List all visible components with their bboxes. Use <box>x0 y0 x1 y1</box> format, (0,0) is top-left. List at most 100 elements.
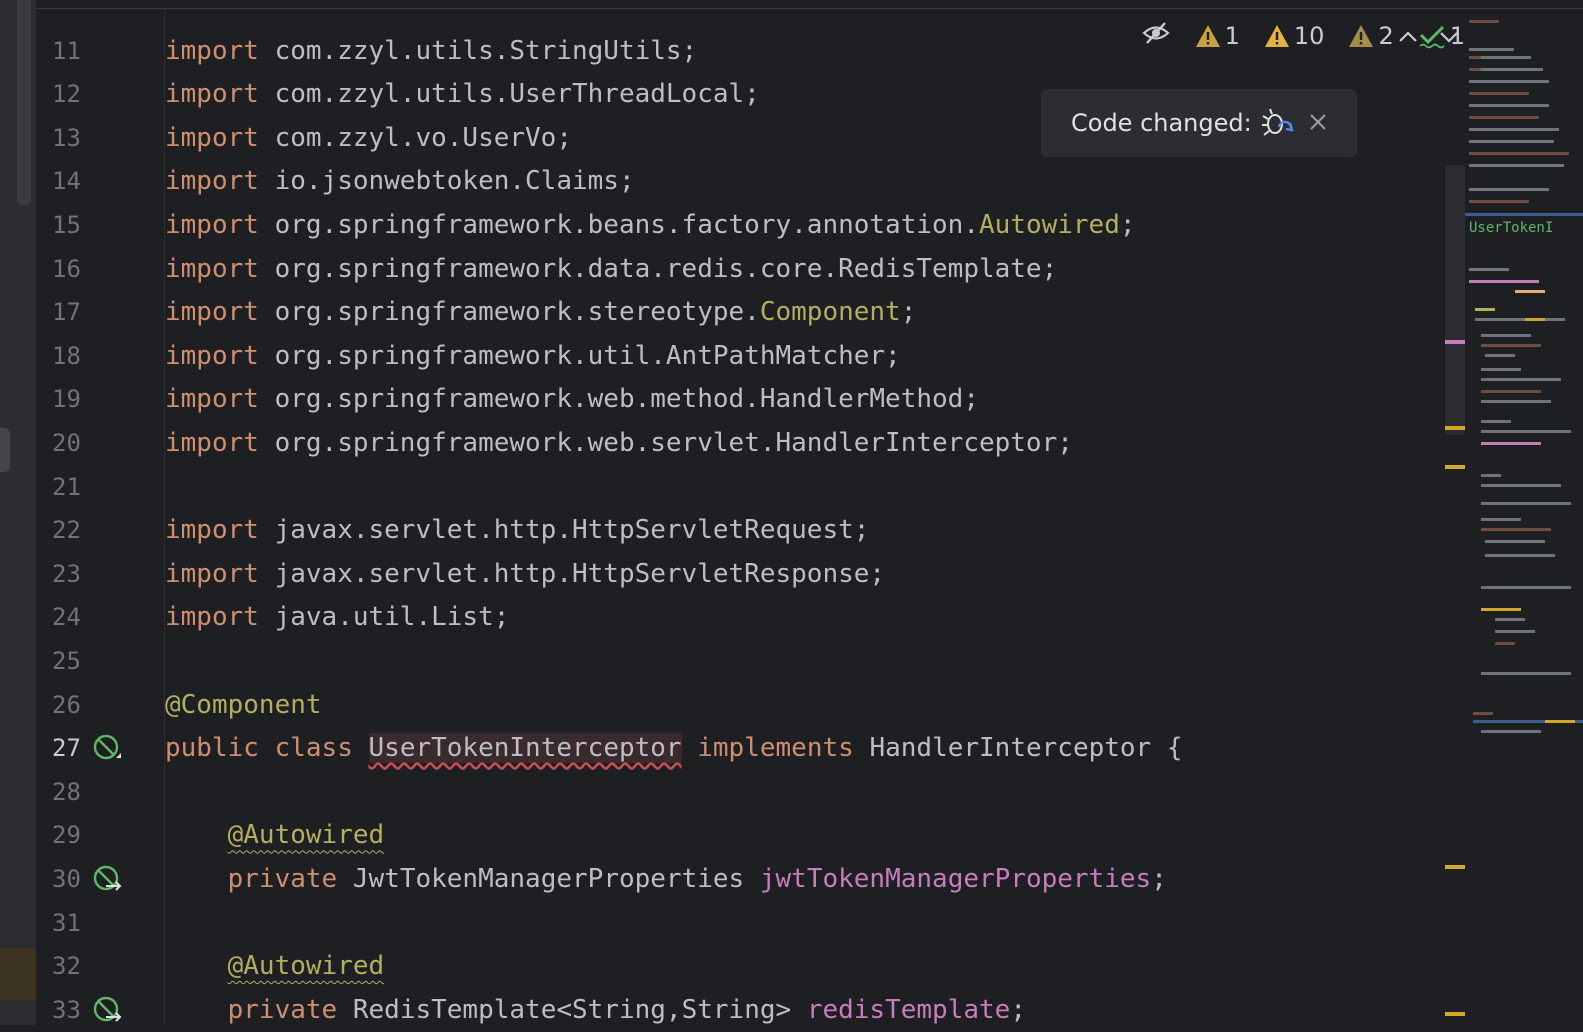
open-brace: { <box>1166 733 1183 764</box>
scroll-marker <box>1445 465 1465 469</box>
code-line-30: private JwtTokenManagerProperties jwtTok… <box>165 857 1465 901</box>
interface-name: HandlerInterceptor <box>869 733 1152 764</box>
code-line-27: public class UserTokenInterceptor implem… <box>165 726 1465 770</box>
code-line-26: @Component <box>165 683 1465 727</box>
field-name: jwtTokenManagerProperties <box>759 863 1152 894</box>
line-number: 14 <box>52 167 81 196</box>
inspection-count: 10 <box>1293 22 1325 50</box>
minimap-line <box>1481 442 1541 445</box>
gutter-line-21: 21 <box>36 465 164 509</box>
minimap-line <box>1485 540 1545 543</box>
keyword-import: import <box>165 558 259 589</box>
code-line-16: import org.springframework.data.redis.co… <box>165 247 1465 291</box>
gutter-line-27: 27 <box>36 726 164 770</box>
warning-icon <box>1264 25 1289 47</box>
minimap-line <box>1515 290 1545 293</box>
field-name: redisTemplate <box>806 994 1011 1025</box>
import-path: org.springframework.web.servlet.HandlerI… <box>258 427 1073 458</box>
keyword-import: import <box>165 122 259 153</box>
minimap-line <box>1481 586 1571 589</box>
inspection-warning-2[interactable]: 10 <box>1264 22 1325 50</box>
hide-inspections-icon[interactable] <box>1141 18 1171 54</box>
keyword-implements: implements <box>697 733 854 764</box>
editor-scrollbar[interactable] <box>1445 165 1465 435</box>
gutter-line-14: 14 <box>36 159 164 203</box>
minimap-line <box>1481 400 1551 403</box>
gutter-line-13: 13 <box>36 116 164 160</box>
chevron-up-icon[interactable] <box>1393 22 1423 52</box>
code-changed-notification: Code changed: <box>1041 89 1357 157</box>
minimap-line <box>1525 318 1545 321</box>
line-number: 11 <box>52 36 81 65</box>
inspection-count: 1 <box>1224 22 1240 50</box>
line-number: 13 <box>52 123 81 152</box>
import-path: io.jsonwebtoken.Claims; <box>258 166 635 197</box>
line-number: 31 <box>52 908 81 937</box>
keyword-import: import <box>165 297 259 328</box>
minimap-line <box>1495 630 1535 633</box>
import-path: com.zzyl.utils.UserThreadLocal; <box>258 79 760 110</box>
scroll-marker <box>1445 1012 1465 1016</box>
keyword-import: import <box>165 602 259 633</box>
code-changed-label: Code changed: <box>1071 109 1252 137</box>
inspection-weak-warning[interactable]: 2 <box>1348 22 1394 50</box>
semicolon: ; <box>1010 994 1026 1025</box>
reload-changes-icon[interactable] <box>1260 105 1296 141</box>
minimap-line <box>1481 56 1531 59</box>
minimap-line <box>1481 518 1521 521</box>
semicolon: ; <box>1119 209 1136 240</box>
close-icon[interactable] <box>1307 111 1329 133</box>
annotation: @Component <box>165 689 322 720</box>
code-line-29: @Autowired <box>165 813 1465 857</box>
minimap-line <box>1481 430 1571 433</box>
code-line-32: @Autowired <box>165 944 1465 988</box>
minimap-line <box>1469 104 1549 107</box>
code-line-14: import io.jsonwebtoken.Claims; <box>165 159 1465 203</box>
gutter-line-24: 24 <box>36 595 164 639</box>
code-line-24: import java.util.List; <box>165 595 1465 639</box>
line-number: 22 <box>52 516 81 545</box>
code-minimap[interactable]: UserTokenI <box>1465 8 1583 1025</box>
autowired-link-icon[interactable] <box>92 995 122 1025</box>
gutter-line-25: 25 <box>36 639 164 683</box>
import-path: java.util.List; <box>258 602 510 633</box>
tool-strip-marker <box>0 948 36 1000</box>
line-number: 17 <box>52 298 81 327</box>
minimap-line <box>1481 368 1521 371</box>
minimap-line <box>1469 116 1539 119</box>
spring-bean-icon[interactable] <box>92 733 122 763</box>
minimap-line <box>1469 280 1539 283</box>
import-path: javax.servlet.http.HttpServletResponse; <box>258 558 886 589</box>
keyword-import: import <box>165 209 259 240</box>
gutter-line-11: 11 <box>36 29 164 73</box>
chevron-down-icon[interactable] <box>1434 22 1464 52</box>
minimap-line <box>1469 200 1529 203</box>
minimap-line <box>1485 554 1555 557</box>
annotation: @Autowired <box>227 820 385 851</box>
semicolon: ; <box>1151 863 1167 894</box>
inspection-warning-1[interactable]: 1 <box>1195 22 1240 50</box>
gutter-line-32: 32 <box>36 944 164 988</box>
gutter-line-15: 15 <box>36 203 164 247</box>
import-path: org.springframework.util.AntPathMatcher; <box>258 340 901 371</box>
line-number: 20 <box>52 428 81 457</box>
line-number: 24 <box>52 603 81 632</box>
line-number: 23 <box>52 559 81 588</box>
line-number-gutter: 1011121314151617181920212223242526272829… <box>36 0 165 1025</box>
minimap-line <box>1469 152 1569 155</box>
autowired-link-icon[interactable] <box>92 864 122 894</box>
line-number: 15 <box>52 210 81 239</box>
tool-strip-handle[interactable] <box>0 428 10 472</box>
editor-top-edge <box>36 0 1583 9</box>
minimap-line <box>1481 334 1531 337</box>
gutter-line-26: 26 <box>36 683 164 727</box>
tool-strip-scroll-thumb[interactable] <box>17 0 31 205</box>
gutter-line-19: 19 <box>36 377 164 421</box>
minimap-line <box>1481 730 1541 733</box>
gutter-line-18: 18 <box>36 334 164 378</box>
annotation: @Autowired <box>227 951 385 982</box>
minimap-line <box>1469 128 1559 131</box>
